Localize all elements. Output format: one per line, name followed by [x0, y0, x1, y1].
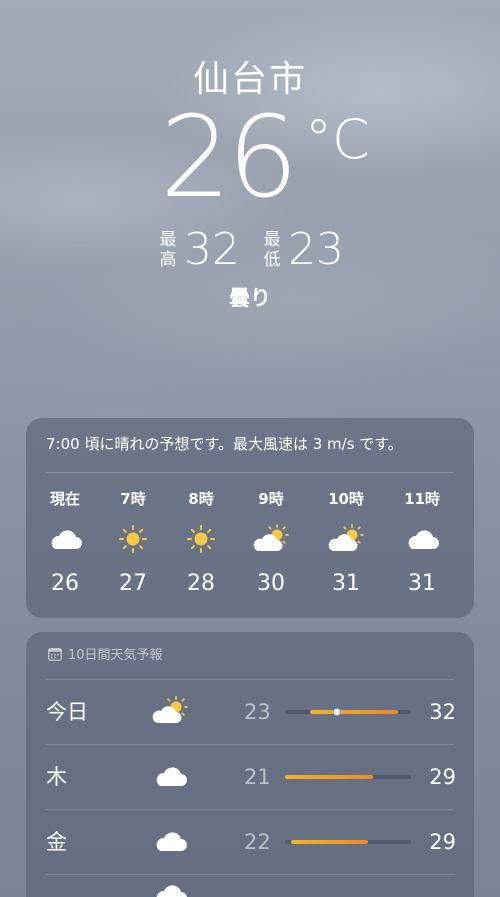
current-temp-indicator — [332, 708, 341, 716]
day-high: 32 — [429, 700, 456, 724]
cloud-icon — [51, 530, 82, 549]
hourly-forecast-card[interactable]: 7:00 頃に晴れの予想です。最大風速は 3 m/s です。 現在 26 7時 … — [26, 418, 474, 618]
low-value: 23 — [288, 224, 344, 275]
hour-time: 現在 — [49, 490, 80, 508]
low-label-1: 最 — [263, 230, 281, 250]
hour-time: 8時 — [188, 490, 214, 508]
high-value: 32 — [184, 224, 240, 275]
day-row[interactable]: 木 21 29 — [26, 745, 474, 809]
temp-range-fill — [285, 775, 374, 779]
day-row[interactable]: 金 22 29 — [26, 810, 474, 874]
day-high: 29 — [429, 830, 456, 854]
temp-range-bar — [285, 840, 411, 844]
day-row[interactable]: 今日 23 32 — [26, 680, 474, 744]
partly-sunny-icon — [253, 524, 289, 551]
current-temp-value: 26 — [160, 93, 299, 223]
calendar-icon — [48, 648, 62, 661]
ten-day-header: 10日間天気予報 — [48, 646, 163, 666]
hour-item: 11時 31 — [388, 488, 456, 608]
partly-sunny-icon — [152, 696, 188, 723]
sun-icon — [119, 525, 147, 553]
hour-temp: 31 — [332, 571, 360, 596]
day-name: 今日 — [46, 700, 88, 724]
ten-day-forecast-card[interactable]: 10日間天気予報 今日 23 32 木 21 29 金 22 29 — [26, 632, 474, 897]
temp-unit: °C — [305, 108, 370, 171]
day-low: 22 — [244, 830, 271, 854]
day-high: 29 — [429, 765, 456, 789]
temp-range-fill — [291, 840, 369, 844]
hour-item: 8時 28 — [167, 488, 235, 608]
hour-temp: 31 — [408, 571, 436, 596]
high-low: 最 高 32 最 低 23 — [0, 226, 500, 274]
partly-sunny-icon — [328, 524, 364, 551]
cloud-icon — [408, 530, 439, 549]
hour-item: 9時 30 — [237, 488, 305, 608]
low-label-2: 低 — [263, 250, 281, 270]
hour-temp: 27 — [119, 571, 147, 596]
temp-range-bar — [285, 708, 411, 716]
hour-item: 現在 26 — [31, 488, 99, 608]
high-label-1: 最 — [159, 230, 177, 250]
sun-icon — [187, 525, 215, 553]
hour-time: 10時 — [328, 490, 364, 508]
hour-temp: 28 — [187, 571, 215, 596]
cloud-icon — [156, 832, 187, 851]
day-name: 金 — [46, 830, 67, 854]
hourly-summary: 7:00 頃に晴れの予想です。最大風速は 3 m/s です。 — [46, 435, 403, 453]
temp-range-fill — [310, 710, 399, 714]
day-low: 21 — [244, 765, 271, 789]
day-name: 木 — [46, 765, 67, 789]
temp-range-bar — [285, 775, 411, 779]
high-label-2: 高 — [159, 250, 177, 270]
hour-temp: 30 — [257, 571, 285, 596]
hour-item: 7時 27 — [99, 488, 167, 608]
hour-temp: 26 — [51, 571, 79, 596]
cloud-icon — [156, 767, 187, 786]
cloud-icon — [156, 885, 187, 897]
condition-text: 曇り — [229, 286, 271, 310]
hour-time: 11時 — [404, 490, 440, 508]
hour-time: 7時 — [120, 490, 146, 508]
hour-item: 10時 31 — [312, 488, 380, 608]
divider — [46, 472, 454, 473]
day-low: 23 — [244, 700, 271, 724]
ten-day-header-label: 10日間天気予報 — [68, 648, 163, 663]
hour-time: 9時 — [258, 490, 284, 508]
current-temperature: 26 °C — [0, 98, 500, 218]
day-row-partial[interactable] — [26, 875, 474, 897]
